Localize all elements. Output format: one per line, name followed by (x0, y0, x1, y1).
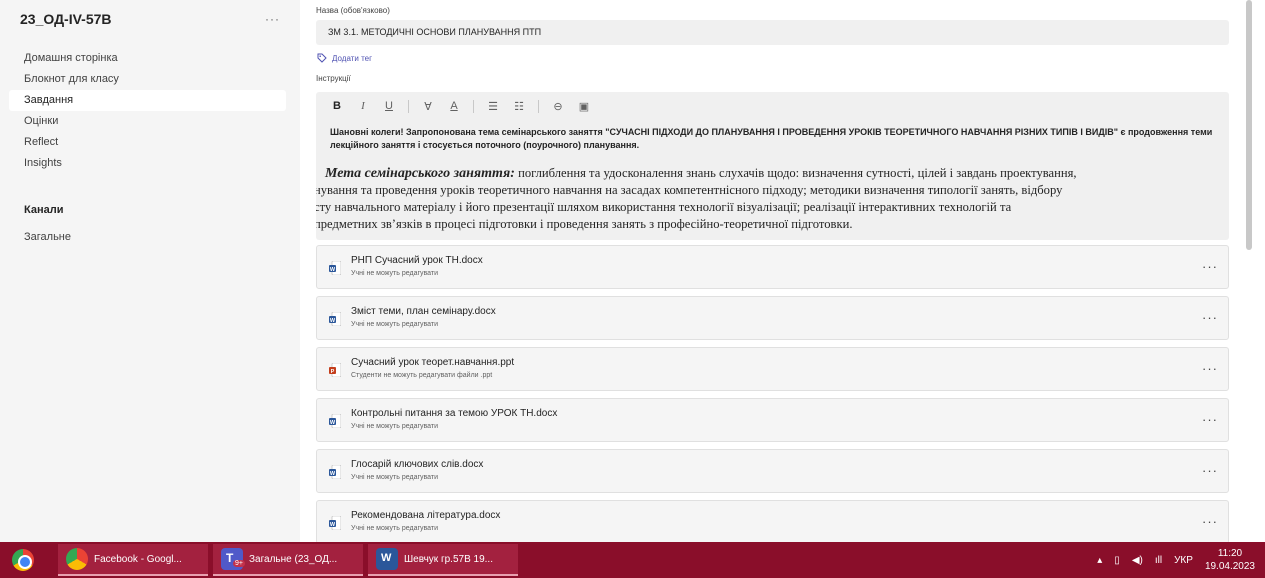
toolbar-divider (538, 99, 539, 113)
more-options-icon[interactable]: ··· (1202, 259, 1218, 274)
attachment-note: Учні не можуть редагувати (351, 321, 439, 328)
nav-item-assignments[interactable]: Завдання (9, 90, 286, 111)
attachment-note: Учні не можуть редагувати (351, 474, 439, 481)
highlight-icon[interactable]: ∀ (421, 100, 435, 113)
goal-paragraph: Мета семінарського заняття: поглиблення … (316, 165, 1229, 233)
task-teams[interactable]: T 9+ Загальне (23_ОД... (213, 544, 363, 576)
powerpoint-file-icon: P (329, 363, 341, 377)
toolbar-divider (408, 99, 409, 113)
underline-button[interactable]: U (382, 100, 396, 112)
team-more-options[interactable]: ··· (265, 12, 280, 26)
word-file-icon: W (329, 465, 341, 479)
bold-button[interactable]: B (330, 100, 344, 112)
toolbar-divider (473, 99, 474, 113)
chevron-up-icon[interactable]: ▴ (1097, 555, 1102, 566)
goal-line-2: нування та проведення уроків теоретичног… (316, 183, 1063, 197)
task-label: Facebook - Googl... (94, 553, 182, 565)
attachment-row[interactable]: W Рекомендована література.docx Учні не мо… (316, 500, 1229, 544)
teams-badge: 9+ (233, 560, 245, 567)
word-icon: W (376, 548, 398, 570)
svg-text:W: W (330, 267, 336, 273)
add-tag-label: Додати тег (332, 53, 373, 63)
goal-title: Мета семінарського заняття: (325, 166, 515, 181)
image-icon[interactable]: ▣ (577, 100, 591, 113)
network-icon[interactable]: ıll (1155, 555, 1162, 566)
attachment-note: Учні не можуть редагувати (351, 525, 439, 532)
word-file-icon: W (329, 516, 341, 530)
goal-line-1: поглиблення та удосконалення знань слуха… (514, 166, 1077, 180)
team-header: 23_ОД-IV-57В ··· (20, 8, 280, 30)
assignment-editor: Назва (обов'язково) ЗМ 3.1. МЕТОДИЧНІ ОС… (300, 0, 1265, 544)
numbered-list-icon[interactable]: ☷ (512, 100, 526, 113)
clock-time: 11:20 (1217, 548, 1243, 559)
add-tag-button[interactable]: Додати тег (317, 53, 372, 63)
instructions-label: Інструкції (316, 74, 351, 83)
attachment-name[interactable]: Сучасний урок теорет.навчання.ppt (351, 357, 514, 368)
attachment-row[interactable]: W Контрольні питання за темою УРОК ТН.doc… (316, 398, 1229, 442)
chrome-icon[interactable] (12, 549, 34, 571)
teams-icon: T 9+ (221, 548, 245, 570)
svg-text:W: W (330, 420, 336, 426)
goal-line-4: предметних зв’язків в процесі підготовки… (316, 217, 853, 231)
attachment-note: Учні не можуть редагувати (351, 270, 439, 277)
attachment-row[interactable]: W РНП Сучасний урок ТН.docx Учні не можуть… (316, 245, 1229, 289)
intro-text: Шановні колеги! Запропонована тема семін… (330, 127, 1213, 150)
battery-icon[interactable]: ▯ (1114, 555, 1120, 566)
svg-text:W: W (330, 471, 336, 477)
svg-text:W: W (330, 318, 336, 324)
nav-item-insights[interactable]: Insights (9, 153, 286, 174)
attachment-name[interactable]: Глосарій ключових слів.docx (351, 459, 483, 470)
attachment-name[interactable]: Рекомендована література.docx (351, 510, 500, 521)
attachment-row[interactable]: W Глосарій ключових слів.docx Учні не можу… (316, 449, 1229, 493)
word-file-icon: W (329, 414, 341, 428)
more-options-icon[interactable]: ··· (1202, 463, 1218, 478)
title-label: Назва (обов'язково) (316, 6, 390, 15)
team-name[interactable]: 23_ОД-IV-57В (20, 11, 112, 27)
nav-item-home[interactable]: Домашня сторінка (9, 48, 286, 69)
sidebar-nav: Домашня сторінка Блокнот для класу Завда… (0, 48, 300, 174)
nav-item-grades[interactable]: Оцінки (9, 111, 286, 132)
word-file-icon: W (329, 312, 341, 326)
sidebar: 23_ОД-IV-57В ··· Домашня сторінка Блокно… (0, 0, 300, 542)
task-label: Шевчук гр.57В 19... (404, 553, 493, 565)
goal-line-3: сту навчального матеріалу і його презент… (316, 200, 1012, 214)
more-options-icon[interactable]: ··· (1202, 412, 1218, 427)
language-indicator[interactable]: УКР (1174, 555, 1193, 566)
task-facebook[interactable]: Facebook - Googl... (58, 544, 208, 576)
instructions-editor[interactable]: B I U ∀ A ☰ ☷ ⊖ ▣ Шановні колеги! Запроп… (316, 92, 1229, 240)
title-input[interactable]: ЗМ 3.1. МЕТОДИЧНІ ОСНОВИ ПЛАНУВАННЯ ПТП (316, 20, 1229, 45)
taskbar: Facebook - Googl... T 9+ Загальне (23_ОД… (0, 542, 1265, 578)
task-word[interactable]: W Шевчук гр.57В 19... (368, 544, 518, 576)
attachment-note: Студенти не можуть редагувати файли .ppt (351, 372, 493, 379)
attachment-name[interactable]: РНП Сучасний урок ТН.docx (351, 255, 483, 266)
attachment-note: Учні не можуть редагувати (351, 423, 439, 430)
svg-text:P: P (331, 369, 335, 375)
bullet-list-icon[interactable]: ☰ (486, 100, 500, 113)
svg-text:W: W (330, 522, 336, 528)
formatting-toolbar: B I U ∀ A ☰ ☷ ⊖ ▣ (316, 92, 1229, 120)
volume-icon[interactable]: ◀) (1132, 555, 1143, 566)
more-options-icon[interactable]: ··· (1202, 310, 1218, 325)
system-tray: ▴ ▯ ◀) ıll УКР 11:20 19.04.2023 (1097, 542, 1255, 578)
attachment-name[interactable]: Контрольні питання за темою УРОК ТН.docx (351, 408, 557, 419)
scrollbar[interactable] (1246, 0, 1252, 250)
attachment-row[interactable]: W Зміст теми, план семінару.docx Учні не м… (316, 296, 1229, 340)
italic-button[interactable]: I (356, 100, 370, 112)
channel-general[interactable]: Загальне (24, 231, 71, 243)
link-icon[interactable]: ⊖ (551, 100, 565, 113)
attachment-row[interactable]: P Сучасний урок теорет.навчання.ppt Студен… (316, 347, 1229, 391)
attachment-name[interactable]: Зміст теми, план семінару.docx (351, 306, 496, 317)
clock-date: 19.04.2023 (1204, 561, 1255, 572)
more-options-icon[interactable]: ··· (1202, 514, 1218, 529)
tag-icon (317, 53, 327, 63)
nav-item-reflect[interactable]: Reflect (9, 132, 286, 153)
nav-item-class-notebook[interactable]: Блокнот для класу (9, 69, 286, 90)
clock[interactable]: 11:20 19.04.2023 (1205, 547, 1255, 573)
more-options-icon[interactable]: ··· (1202, 361, 1218, 376)
chrome-profile-icon (66, 548, 88, 570)
word-file-icon: W (329, 261, 341, 275)
task-label: Загальне (23_ОД... (249, 553, 338, 565)
channels-title: Канали (24, 204, 64, 216)
font-color-icon[interactable]: A (447, 100, 461, 112)
